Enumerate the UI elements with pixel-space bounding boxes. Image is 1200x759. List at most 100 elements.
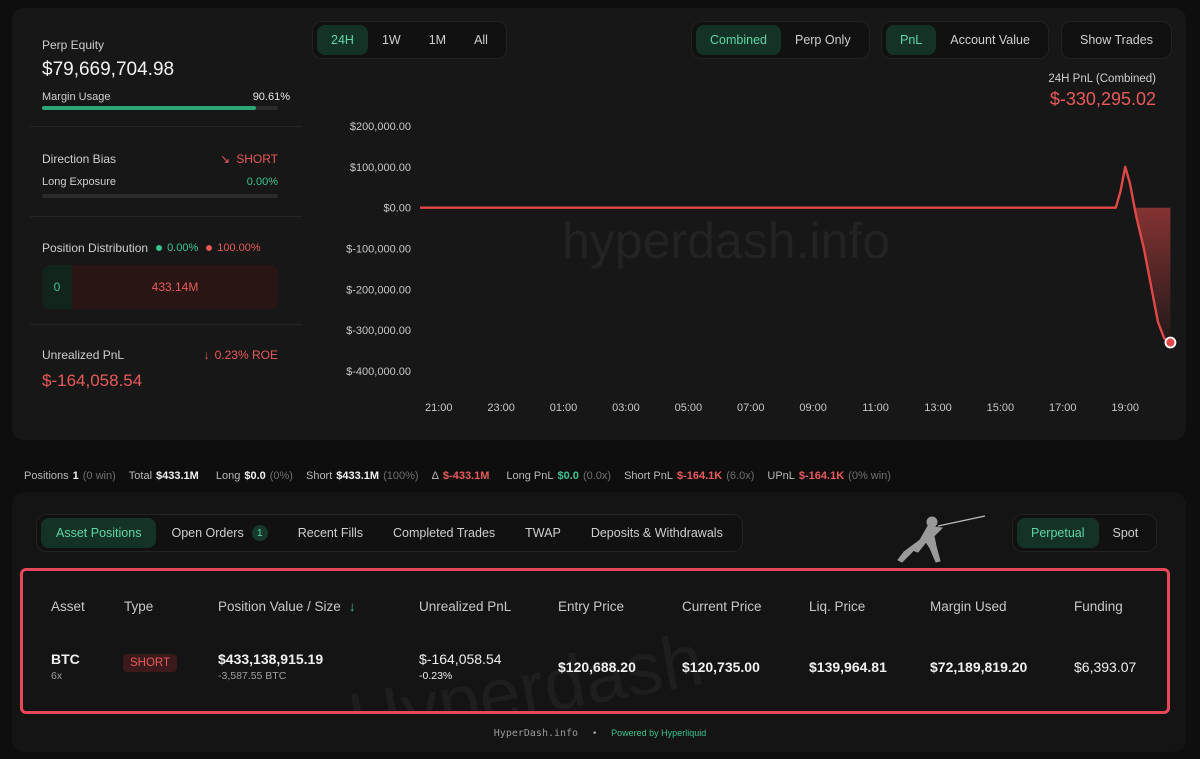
distribution-bar: 0 433.14M [42, 265, 278, 309]
stat-meta: (6.0x) [726, 470, 755, 482]
dist-short-segment: 433.14M [72, 265, 278, 309]
direction-bias-value: ↘ SHORT [220, 152, 278, 166]
stat-label: Short PnL [624, 470, 673, 482]
row-entry-price: $120,688.20 [558, 659, 636, 675]
row-type-badge: SHORT [123, 654, 178, 672]
tab-completed-trades[interactable]: Completed Trades [378, 518, 510, 548]
col-current-price: Current Price [682, 599, 762, 614]
row-pnl-pct: -0.23% [419, 670, 453, 682]
dist-long-pct: 0.00% [167, 242, 199, 254]
position-dist-label: Position Distribution [42, 241, 149, 255]
mode-perp-only[interactable]: Perp Only [781, 25, 865, 55]
stat-value: $0.0 [557, 470, 579, 482]
market-spot[interactable]: Spot [1099, 518, 1153, 548]
direction-bias-block: Direction Bias ↘ SHORT Long Exposure 0.00… [42, 152, 278, 198]
stat-meta: (0% win) [848, 470, 891, 482]
footer-powered[interactable]: Powered by Hyperliquid [611, 728, 706, 738]
x-tick-label: 05:00 [675, 402, 703, 414]
trend-down-icon: ↘ [220, 152, 231, 166]
col-position-value[interactable]: Position Value / Size ↓ [218, 599, 356, 614]
stat-meta: (0 win) [82, 470, 116, 482]
x-tick-label: 21:00 [425, 402, 453, 414]
stat-value: $433.1M [156, 470, 199, 482]
y-tick-label: $-400,000.00 [346, 366, 411, 378]
long-exposure-value: 0.00% [246, 176, 278, 188]
x-tick-label: 23:00 [487, 402, 515, 414]
perp-equity-block: Perp Equity $79,669,704.98 Margin Usage … [42, 38, 290, 110]
unrealized-pnl-label: Unrealized PnL [42, 348, 125, 362]
y-tick-label: $100,000.00 [350, 162, 411, 174]
long-exposure-label: Long Exposure [42, 176, 116, 188]
show-trades-button[interactable]: Show Trades [1066, 25, 1167, 55]
x-tick-label: 13:00 [924, 402, 952, 414]
stat-value: $-164.1K [798, 470, 845, 482]
y-tick-label: $0.00 [383, 203, 411, 215]
footer-site[interactable]: HyperDash.info [494, 728, 578, 739]
stat-value: $433.1M [336, 470, 380, 482]
fencer-mascot-icon [897, 515, 986, 563]
x-tick-label: 19:00 [1111, 402, 1139, 414]
pnl-chart: hyperdash.info $200,000.00 $100,000.00 $0.0… [322, 108, 1182, 428]
x-tick-label: 07:00 [737, 402, 765, 414]
unrealized-pnl-value: $-164,058.54 [42, 371, 143, 390]
long-exposure-bar [42, 194, 278, 198]
col-funding: Funding [1074, 599, 1123, 614]
timeframe-1m[interactable]: 1M [415, 25, 460, 55]
divider [30, 126, 302, 127]
stat-meta: (100%) [383, 470, 419, 482]
metric-selector: PnL Account Value [881, 21, 1049, 59]
market-perpetual[interactable]: Perpetual [1017, 518, 1099, 548]
row-size: -3,587.55 BTC [218, 670, 287, 682]
row-leverage: 6x [51, 670, 63, 682]
tab-recent-fills[interactable]: Recent Fills [283, 518, 378, 548]
stat-value: $-164.1K [676, 470, 723, 482]
stat-label: Total [128, 470, 153, 482]
timeframe-1w[interactable]: 1W [368, 25, 415, 55]
watermark-text: Hyperdash [342, 617, 709, 711]
x-tick-label: 09:00 [799, 402, 827, 414]
margin-usage-label: Margin Usage [42, 91, 111, 103]
stat-label: Long PnL [506, 470, 554, 482]
col-type: Type [124, 599, 154, 614]
chart-watermark: hyperdash.info [562, 213, 890, 269]
stat-value: $-433.1M [442, 470, 490, 482]
summary-panel: Perp Equity $79,669,704.98 Margin Usage … [12, 8, 1186, 440]
mode-selector: Combined Perp Only [691, 21, 870, 59]
metric-account-value[interactable]: Account Value [936, 25, 1044, 55]
x-tick-label: 01:00 [550, 402, 578, 414]
x-tick-label: 17:00 [1049, 402, 1077, 414]
tab-twap[interactable]: TWAP [510, 518, 576, 548]
tab-asset-positions[interactable]: Asset Positions [41, 518, 157, 548]
footer: HyperDash.info • Powered by Hyperliquid [0, 728, 1200, 739]
mode-combined[interactable]: Combined [696, 25, 781, 55]
metric-pnl[interactable]: PnL [886, 25, 937, 55]
stat-label: Long [215, 470, 241, 482]
pnl-chart-svg: hyperdash.info $200,000.00 $100,000.00 $0.0… [346, 121, 1177, 414]
stat-label: Δ [431, 470, 439, 482]
divider [30, 216, 302, 217]
long-dot-icon [156, 245, 163, 251]
tab-open-orders[interactable]: Open Orders 1 [156, 518, 282, 548]
y-tick-label: $-200,000.00 [346, 284, 411, 296]
col-unrealized-pnl: Unrealized PnL [419, 599, 512, 614]
chart-summary-value: $-330,295.02 [1049, 89, 1156, 109]
show-trades-toggle: Show Trades [1061, 21, 1172, 59]
unrealized-pnl-block: Unrealized PnL ↓ 0.23% ROE $-164,058.54 [42, 348, 278, 391]
footer-dot: • [592, 728, 597, 739]
row-current-price: $120,735.00 [682, 659, 760, 675]
open-orders-count-badge: 1 [251, 525, 268, 541]
x-tick-label: 15:00 [987, 402, 1015, 414]
dist-short-pct: 100.00% [217, 242, 261, 254]
col-entry-price: Entry Price [558, 599, 625, 614]
col-liq-price: Liq. Price [809, 599, 866, 614]
y-tick-label: $-300,000.00 [346, 325, 411, 337]
positions-tabs: Asset Positions Open Orders 1 Recent Fill… [36, 514, 743, 552]
perp-equity-label: Perp Equity [42, 38, 105, 52]
tab-deposits-withdrawals[interactable]: Deposits & Withdrawals [576, 518, 738, 548]
timeframe-all[interactable]: All [460, 25, 502, 55]
row-funding: $6,393.07 [1074, 659, 1137, 675]
row-asset[interactable]: BTC [51, 651, 80, 667]
timeframe-selector: 24H 1W 1M All [312, 21, 507, 59]
perp-equity-value: $79,669,704.98 [42, 59, 175, 80]
timeframe-24h[interactable]: 24H [317, 25, 368, 55]
